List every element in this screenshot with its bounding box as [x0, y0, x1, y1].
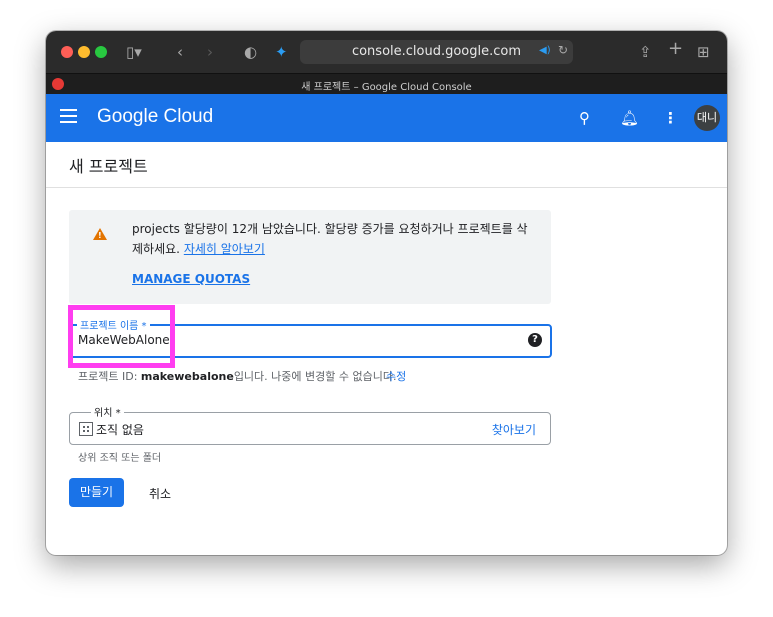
brand-logo[interactable]: Google Cloud	[97, 106, 213, 128]
highlight-box	[68, 305, 175, 368]
notifications-icon[interactable]: 🔔︎	[620, 109, 639, 127]
organization-icon	[79, 422, 93, 436]
back-icon[interactable]: ‹	[177, 44, 183, 60]
location-label: 위치 *	[91, 404, 124, 419]
share-icon[interactable]: ⇪	[639, 44, 652, 60]
close-window-button[interactable]	[61, 46, 73, 58]
search-icon[interactable]: ⚲	[579, 109, 590, 127]
forward-icon[interactable]: ›	[207, 44, 213, 60]
location-hint: 상위 조직 또는 폴더	[78, 453, 162, 464]
project-id-hint: 프로젝트 ID: makewebalone입니다. 나중에 변경할 수 없습니다…	[78, 370, 397, 383]
location-value: 조직 없음	[96, 423, 144, 437]
tab-title: 새 프로젝트 – Google Cloud Console	[301, 82, 472, 93]
tab-bar[interactable]: 새 프로젝트 – Google Cloud Console	[46, 73, 727, 95]
minimize-window-button[interactable]	[78, 46, 90, 58]
extension-icon[interactable]: ✦	[275, 44, 288, 60]
browser-window: ▯▾ ‹ › ◐ ✦ console.cloud.google.com ◀︎) …	[46, 31, 727, 555]
location-field[interactable]: 위치 * 조직 없음 찾아보기	[69, 404, 551, 445]
address-bar[interactable]: console.cloud.google.com ◀︎) ↻	[300, 40, 573, 64]
create-button[interactable]: 만들기	[69, 478, 124, 507]
tab-overview-icon[interactable]: ⊞	[697, 44, 710, 60]
help-icon[interactable]: ?	[528, 333, 542, 347]
project-id: makewebalone	[140, 370, 234, 383]
learn-more-link[interactable]: 자세히 알아보기	[184, 242, 265, 256]
new-tab-icon[interactable]: +	[668, 40, 683, 58]
shield-icon[interactable]: ◐	[244, 44, 257, 60]
url-text: console.cloud.google.com	[351, 44, 522, 59]
audio-icon[interactable]: ◀︎)	[539, 45, 551, 56]
browser-toolbar: ▯▾ ‹ › ◐ ✦ console.cloud.google.com ◀︎) …	[46, 31, 727, 73]
notice-text: projects 할당량이 12개 남았습니다. 할당량 증가를 요청하거나 프…	[132, 222, 528, 256]
sidebar-icon[interactable]: ▯▾	[126, 44, 142, 60]
manage-quotas-link[interactable]: MANAGE QUOTAS	[132, 272, 250, 286]
menu-icon[interactable]	[60, 109, 77, 127]
page-title: 새 프로젝트	[69, 157, 148, 176]
avatar[interactable]: 대니	[694, 105, 720, 131]
cancel-button[interactable]: 취소	[149, 485, 171, 502]
browse-button[interactable]: 찾아보기	[492, 421, 536, 438]
edit-project-id-link[interactable]: 수정	[386, 368, 406, 384]
zoom-window-button[interactable]	[95, 46, 107, 58]
reload-icon[interactable]: ↻	[558, 43, 568, 57]
quota-notice: ! projects 할당량이 12개 남았습니다. 할당량 증가를 요청하거나…	[69, 210, 551, 304]
divider	[46, 187, 727, 188]
more-options-icon[interactable]: ⋮	[663, 109, 678, 127]
gcp-header: Google Cloud ⚲ 🔔︎ ⋮ 대니	[46, 94, 727, 142]
